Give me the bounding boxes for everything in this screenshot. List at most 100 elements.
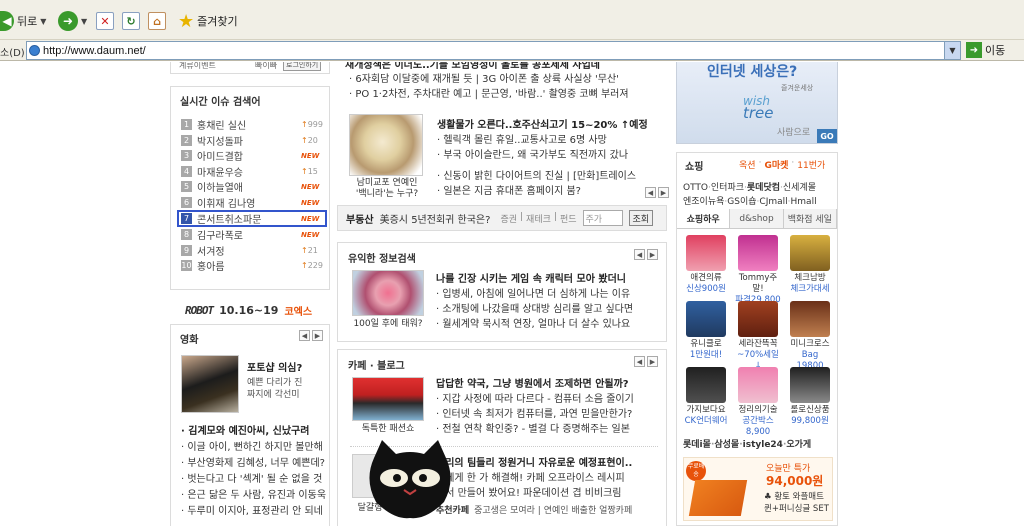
movie-item[interactable]: · 은근 닮은 두 사람, 유진과 이동욱 <box>181 486 329 502</box>
forward-button[interactable]: ➜ ▼ <box>58 9 87 33</box>
wishtree-ad[interactable]: 인터넷 세상은? 즐겨운세상 wish tree 사람으로 GO <box>676 62 838 144</box>
news-item[interactable]: · 지갑 사정에 따라 다르다 - 컴퓨터 소음 줄이기 <box>436 390 664 405</box>
stock-input[interactable]: 주가 <box>582 210 623 226</box>
useful-bold-headline[interactable]: 나를 긴장 시키는 게임 속 캐릭터 모아 봤더니 <box>436 270 664 285</box>
news-item[interactable]: 에서 만들어 봤어요! 파운데이션 겹 비비크림 <box>436 484 664 499</box>
url-input[interactable]: http://www.daum.net/ ▼ <box>26 41 961 60</box>
prev-icon[interactable]: ◀ <box>299 330 310 341</box>
next-icon[interactable]: ▶ <box>647 356 658 367</box>
news-item[interactable]: 부에게 한 가 해결해! 카페 오프라이스 레시피 <box>436 469 664 484</box>
next-icon[interactable]: ▶ <box>658 187 669 198</box>
stock-tab[interactable]: 증권 <box>500 212 517 225</box>
movie-item[interactable]: · 부산영화제 김혜성, 너무 예쁜데? <box>181 454 329 470</box>
news-item[interactable]: · PO 1·2차전, 주차대란 예고 | 문근영, '바람..' 촬영중 코뼈… <box>349 85 665 100</box>
news-item[interactable]: · 일본은 지금 휴대폰 홈페이지 붐? <box>437 182 663 197</box>
cafe-nav[interactable]: ◀ ▶ <box>634 356 658 367</box>
shop-top-link[interactable]: G마켓 <box>764 158 788 171</box>
shop-link[interactable]: 오가게 <box>786 440 811 450</box>
realestate-text[interactable]: 美증시 5년전회귀 한국은? <box>380 211 491 226</box>
news-item[interactable]: · 입병세, 아침에 일어나면 더 심하게 나는 이유 <box>436 285 664 300</box>
stock-search-button[interactable]: 조회 <box>628 210 654 226</box>
shop-tab[interactable]: d&shop <box>730 209 784 228</box>
shop-link[interactable]: CJmall <box>759 197 787 207</box>
dropdown-icon[interactable]: ▼ <box>944 42 960 59</box>
movie-feature-title[interactable]: 포토샵 의심? <box>247 359 302 374</box>
shop-link[interactable]: 삼성몰 <box>714 440 739 450</box>
shop-tab[interactable]: 백화점 세일 <box>783 209 837 228</box>
top-headline[interactable]: 재개정책은 이더도..기들 모임영정이 올토를 공포제제 사업데 <box>345 62 665 70</box>
product-item[interactable]: 세라잔뜩꼭 ~70%세일↓ <box>735 301 781 372</box>
shop-link[interactable]: OTTO <box>683 183 708 193</box>
back-button[interactable]: ◀ 뒤로 ▼ <box>0 9 46 33</box>
prev-icon[interactable]: ◀ <box>645 187 656 198</box>
product-item[interactable]: 유니클로 1만원대! <box>683 301 729 361</box>
shop-link[interactable]: 신세계몰 <box>783 183 816 193</box>
deal-box[interactable]: 무료배송 오늘만 특가 94,000원 ♣ 황토 와플매트 퀸+퍼니싱글 SET <box>683 457 833 521</box>
movie-item[interactable]: · 두루미 이지아, 표정관리 안 되네 <box>181 502 329 518</box>
shop-link[interactable]: istyle24 <box>743 440 783 450</box>
news-bold-headline[interactable]: 생활물가 오른다..호주산쇠고기 15~20% ↑예정 <box>437 116 663 131</box>
ranking-item[interactable]: 1 홍채린 실신 ↑999 <box>181 117 323 133</box>
shop-link[interactable]: 엔조이뉴욕 <box>683 197 724 207</box>
ranking-item[interactable]: 3 아미드결합 NEW <box>181 148 323 164</box>
product-item[interactable]: 미니크로스 Bag 19800 <box>787 301 833 372</box>
ranking-item[interactable]: 9 서겨정 ↑21 <box>181 243 323 259</box>
robot-banner[interactable]: ROBOT 10.16~19 코엑스 <box>185 300 325 320</box>
news-item[interactable]: · 신동이 밝힌 다이어트의 진실 | [만화]트레이스 <box>437 167 663 182</box>
news-item[interactable]: · 부국 아이슬란드, 왜 국가부도 직전까지 갔나 <box>437 146 663 161</box>
product-item[interactable]: 애견의류 신상900원 <box>683 235 729 295</box>
next-icon[interactable]: ▶ <box>647 249 658 260</box>
favorites-button[interactable]: ★ 즐겨찾기 <box>178 9 238 33</box>
product-item[interactable]: 정리의기술 공간박스8,900 <box>735 367 781 438</box>
go-button[interactable]: ➜ 이동 <box>966 42 1005 58</box>
ad-go-button[interactable]: GO <box>817 129 837 143</box>
cafe-bold-headline[interactable]: 답답한 약국, 그냥 병원에서 조제하면 안될까? <box>436 375 664 390</box>
useful-thumbnail[interactable] <box>352 270 424 316</box>
movie-item[interactable]: · 김계모와 예진아씨, 신났구려 <box>181 422 329 438</box>
cafe-bold-headline-2[interactable]: 파리의 팀들리 정원거니 자유로운 예정표현이.. <box>436 454 664 469</box>
news-item[interactable]: · 6자회담 이달중에 재개될 듯 | 3G 아이폰 출 상륙 사실상 '무산' <box>349 70 665 85</box>
home-button[interactable]: ⌂ <box>148 9 166 33</box>
product-item[interactable]: Tommy주말! 파격29,800 <box>735 235 781 306</box>
product-item[interactable]: 가지보다요 CK언더웨어 <box>683 367 729 427</box>
stop-button[interactable]: ✕ <box>96 9 114 33</box>
news-item[interactable]: · 월세계약 묵시적 연장, 얼마나 더 살수 있나요 <box>436 315 664 330</box>
ranking-item[interactable]: 5 이하늘열애 NEW <box>181 179 323 195</box>
shop-tab[interactable]: 쇼핑하우 <box>677 209 731 228</box>
shop-link[interactable]: 롯데i몰 <box>683 440 711 450</box>
shop-link[interactable]: GS이숍 <box>727 197 756 207</box>
stock-tab[interactable]: 재테크 <box>526 212 551 225</box>
news-item[interactable]: · 인터넷 속 최저가 컴퓨터를, 과연 믿을만한가? <box>436 405 664 420</box>
movie-thumbnail[interactable] <box>181 355 239 413</box>
news-item[interactable]: · 전철 연착 확인중? - 별걸 다 증명해주는 일본 <box>436 420 664 435</box>
shop-link[interactable]: 인터파크 <box>711 183 744 193</box>
news-item[interactable]: · 헬릭객 몰린 휴일..교통사고로 6명 사망 <box>437 131 663 146</box>
ranking-item[interactable]: 7 콘서트취소파문 NEW <box>177 210 327 227</box>
ranking-item[interactable]: 2 박지성돌파 ↑20 <box>181 133 323 149</box>
shop-top-link[interactable]: 옥션 <box>739 158 756 171</box>
ranking-item[interactable]: 8 김구라폭로 NEW <box>181 227 323 243</box>
cafe-thumbnail[interactable] <box>352 377 424 421</box>
news-nav[interactable]: ◀ ▶ <box>645 187 669 198</box>
next-icon[interactable]: ▶ <box>312 330 323 341</box>
stock-tab[interactable]: 펀드 <box>560 212 577 225</box>
news-thumbnail[interactable] <box>349 114 423 176</box>
prev-icon[interactable]: ◀ <box>634 249 645 260</box>
ranking-item[interactable]: 4 마재윤우승 ↑15 <box>181 164 323 180</box>
ranking-item[interactable]: 10 홍아름 ↑229 <box>181 258 323 274</box>
ranking-item[interactable]: 6 이휘재 김나영 NEW <box>181 195 323 211</box>
movie-item[interactable]: · 벗는다고 다 '섹계' 될 순 없을 것 <box>181 470 329 486</box>
refresh-button[interactable]: ↻ <box>122 9 140 33</box>
prev-icon[interactable]: ◀ <box>634 356 645 367</box>
shop-link[interactable]: 롯데닷컴 <box>747 183 780 193</box>
shop-top-link[interactable]: 11번가 <box>797 158 825 171</box>
product-item[interactable]: 롤로신상품 99,800원 <box>787 367 833 427</box>
news-item[interactable]: · 소개팅에 나갔을때 상대방 심리를 알고 싶다면 <box>436 300 664 315</box>
login-button[interactable]: 로그인하기 <box>283 62 322 71</box>
movie-nav[interactable]: ◀ ▶ <box>299 330 323 341</box>
recommend-text[interactable]: 중고생은 모여라 | 연예인 배출한 얼짱카페 <box>474 503 632 516</box>
useful-nav[interactable]: ◀ ▶ <box>634 249 658 260</box>
product-item[interactable]: 체크남방 체크가대세 <box>787 235 833 295</box>
shop-link[interactable]: Hmall <box>791 197 817 207</box>
movie-item[interactable]: · 이글 아이, 뻔하긴 하지만 볼만해 <box>181 438 329 454</box>
